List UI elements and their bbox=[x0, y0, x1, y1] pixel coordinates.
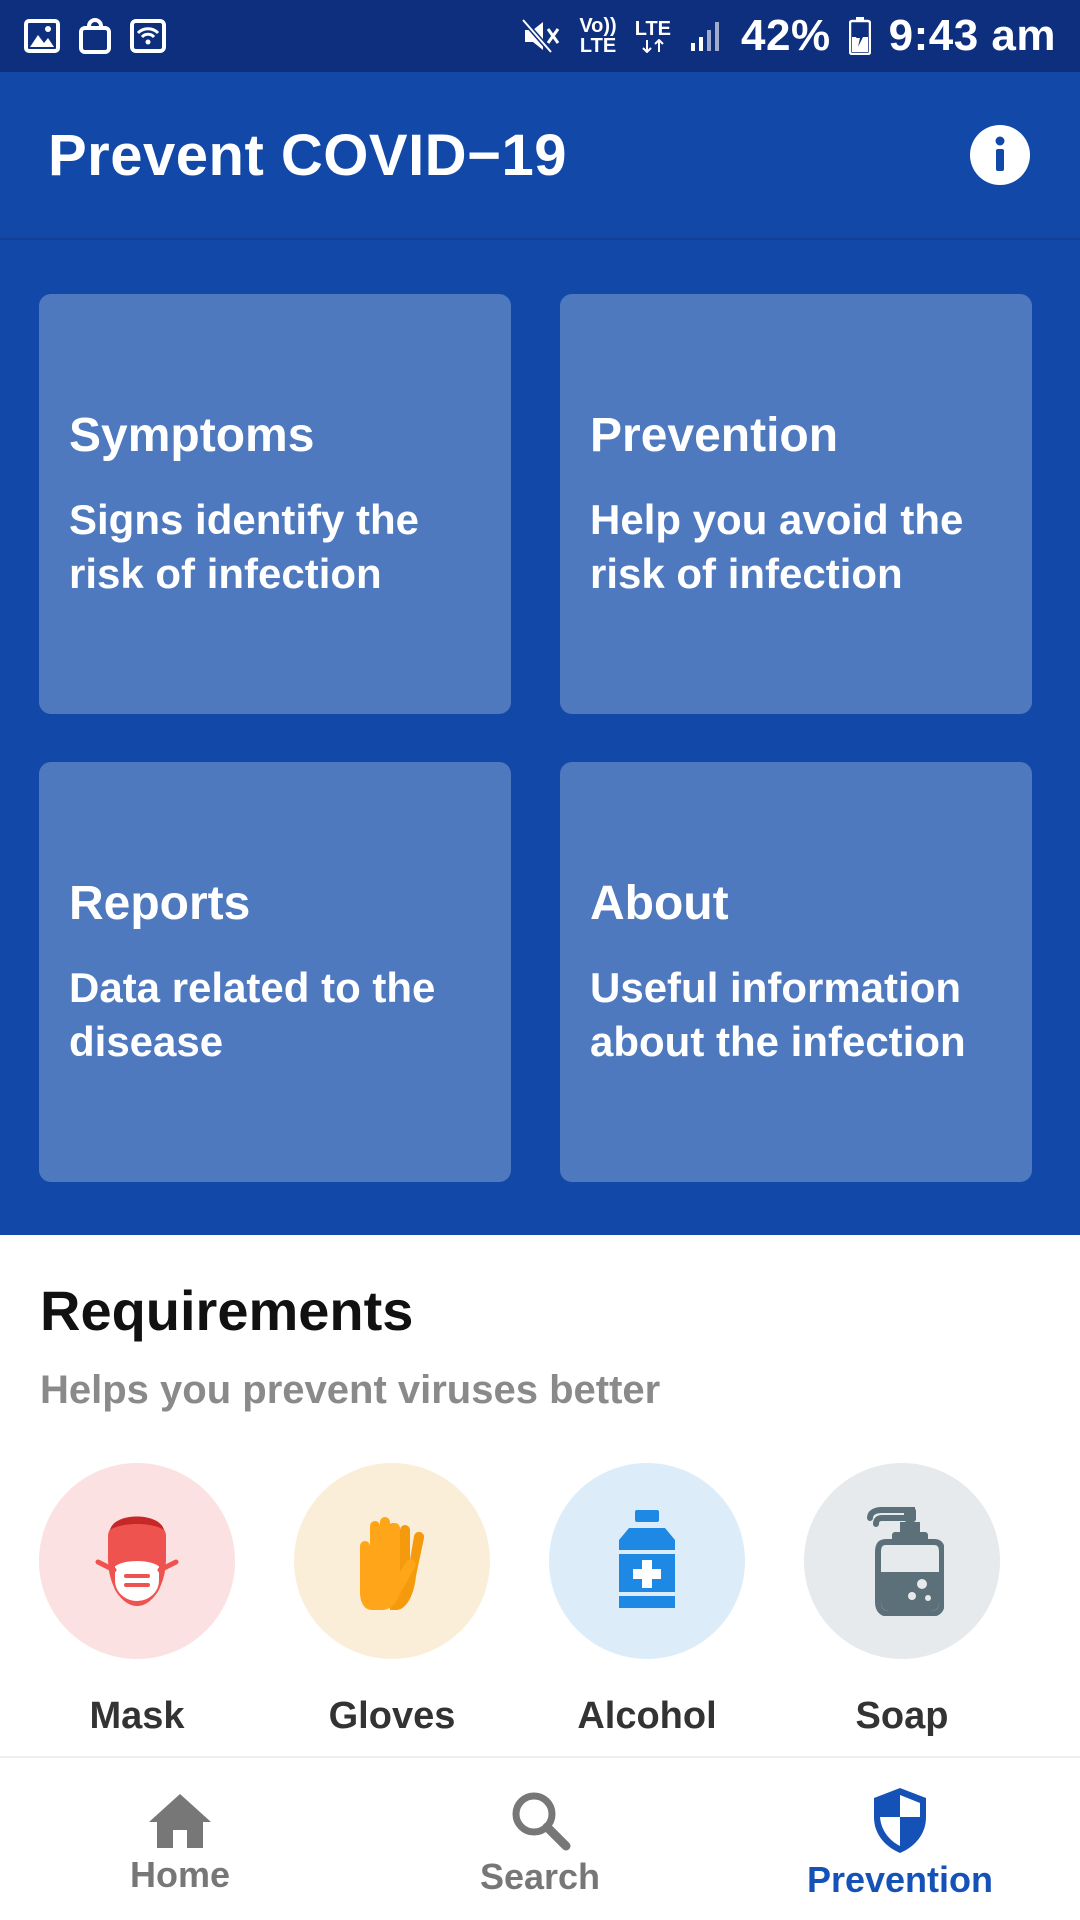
status-bar-left bbox=[24, 18, 166, 54]
mute-icon bbox=[521, 18, 561, 54]
app-bar: Prevent COVID−19 bbox=[0, 72, 1080, 240]
card-prevention[interactable]: Prevention Help you avoid the risk of in… bbox=[560, 294, 1032, 714]
requirement-label: Mask bbox=[89, 1695, 185, 1737]
requirement-icon-circle bbox=[294, 1463, 490, 1659]
nav-label: Home bbox=[129, 1854, 231, 1895]
nav-search[interactable]: Search bbox=[360, 1758, 720, 1920]
feature-panel: Symptoms Signs identify the risk of infe… bbox=[0, 240, 1080, 1235]
card-description: Help you avoid the risk of infection bbox=[590, 495, 964, 597]
search-icon bbox=[512, 1792, 571, 1851]
battery-charging-icon bbox=[848, 17, 871, 55]
gloves-icon bbox=[360, 1517, 425, 1610]
card-reports[interactable]: Reports Data related to the disease bbox=[39, 762, 511, 1182]
alcohol-bottle-icon bbox=[619, 1510, 675, 1608]
requirement-label: Gloves bbox=[328, 1695, 456, 1737]
requirements-title: Requirements bbox=[40, 1279, 414, 1342]
card-description: Signs identify the risk of infection bbox=[69, 495, 420, 597]
card-description: Useful information about the infection bbox=[590, 963, 966, 1065]
card-description: Data related to the disease bbox=[69, 963, 436, 1065]
home-icon bbox=[149, 1794, 211, 1848]
requirements-subtitle: Helps you prevent viruses better bbox=[40, 1368, 661, 1412]
card-title: Prevention bbox=[590, 408, 839, 462]
card-title: Reports bbox=[69, 876, 251, 930]
signal-icon bbox=[689, 19, 723, 53]
requirement-mask[interactable]: Mask bbox=[39, 1463, 235, 1738]
volte-icon: Vo)) LTE bbox=[579, 16, 616, 56]
volte-label-top: Vo)) bbox=[579, 15, 617, 37]
soap-dispenser-icon bbox=[867, 1507, 944, 1616]
card-symptoms[interactable]: Symptoms Signs identify the risk of infe… bbox=[39, 294, 511, 714]
requirement-alcohol[interactable]: Alcohol bbox=[549, 1463, 745, 1738]
nav-label: Prevention bbox=[806, 1859, 994, 1900]
info-button[interactable] bbox=[970, 125, 1030, 185]
status-bar-right: Vo)) LTE LTE 42% 9:43 am bbox=[521, 11, 1056, 61]
status-bar: Vo)) LTE LTE 42% 9:43 am bbox=[0, 0, 1080, 72]
info-icon bbox=[995, 136, 1005, 171]
mask-icon bbox=[95, 1516, 179, 1606]
requirement-icon-circle bbox=[39, 1463, 235, 1659]
nav-prevention[interactable]: Prevention bbox=[720, 1758, 1080, 1920]
card-about[interactable]: About Useful information about the infec… bbox=[560, 762, 1032, 1182]
volte-label-bottom: LTE bbox=[579, 35, 617, 57]
battery-percent: 42% bbox=[741, 11, 831, 60]
shopping-bag-icon bbox=[78, 18, 112, 54]
requirement-gloves[interactable]: Gloves bbox=[294, 1463, 490, 1738]
requirement-icon-circle bbox=[549, 1463, 745, 1659]
app-title: Prevent COVID−19 bbox=[48, 122, 567, 188]
requirement-icon-circle bbox=[804, 1463, 1000, 1659]
wifi-icon bbox=[130, 19, 166, 53]
bottom-navigation: Home Search Prevention bbox=[0, 1756, 1080, 1920]
lte-icon: LTE bbox=[635, 19, 671, 53]
nav-label: Search bbox=[479, 1856, 601, 1897]
shield-icon bbox=[874, 1788, 926, 1853]
requirement-label: Alcohol bbox=[577, 1695, 717, 1737]
requirement-soap[interactable]: Soap bbox=[804, 1463, 1000, 1738]
lte-label: LTE bbox=[634, 18, 672, 40]
gallery-icon bbox=[24, 19, 60, 53]
card-title: Symptoms bbox=[69, 408, 315, 462]
nav-home[interactable]: Home bbox=[0, 1758, 360, 1920]
requirement-label: Soap bbox=[855, 1695, 949, 1737]
clock: 9:43 am bbox=[888, 11, 1056, 60]
card-title: About bbox=[590, 876, 729, 930]
